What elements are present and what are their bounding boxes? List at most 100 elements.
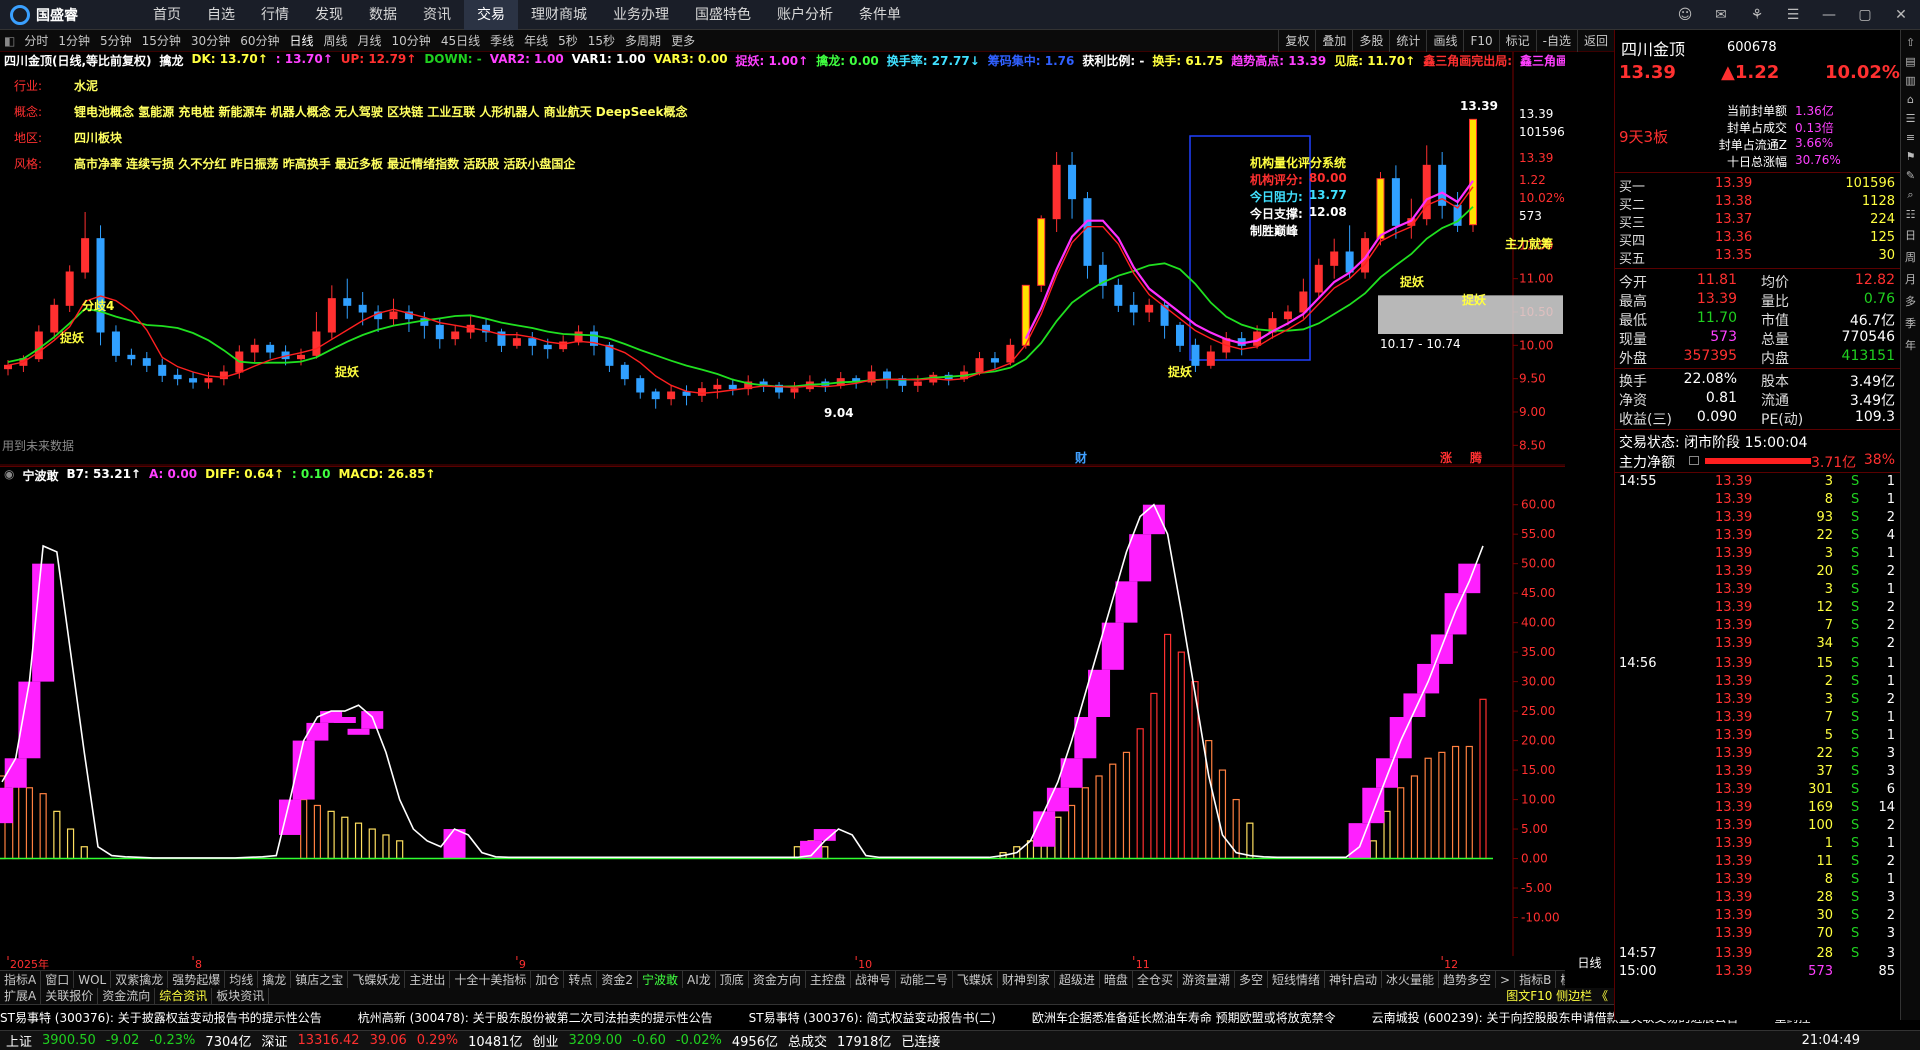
- candle-body[interactable]: [81, 238, 90, 273]
- candle-body[interactable]: [189, 378, 198, 383]
- candle-body[interactable]: [111, 331, 120, 356]
- tick-row[interactable]: 13.39 93 S 2: [1615, 510, 1901, 528]
- candle-body[interactable]: [1037, 218, 1046, 286]
- indicator-tab[interactable]: 神针启动: [1325, 971, 1383, 988]
- news-item[interactable]: ST易事特 (300376): 简式权益变动报告书(二): [749, 1011, 996, 1025]
- strip-tool-icon[interactable]: ≡: [1906, 131, 1915, 144]
- indicator-tab[interactable]: 资金方向: [749, 971, 806, 988]
- candle-body[interactable]: [1376, 178, 1385, 240]
- candle-body[interactable]: [1145, 304, 1154, 313]
- period-button[interactable]: 多周期: [620, 32, 666, 49]
- indicator-tab[interactable]: 十全十美指标: [450, 971, 532, 988]
- candle-body[interactable]: [65, 271, 74, 306]
- candle-body[interactable]: [96, 238, 105, 333]
- candle-body[interactable]: [389, 311, 398, 320]
- candle-body[interactable]: [358, 304, 367, 313]
- strip-tool-icon[interactable]: ✎: [1906, 169, 1915, 182]
- candle-body[interactable]: [1068, 164, 1077, 200]
- tick-row[interactable]: 13.39 5 S 1: [1615, 728, 1901, 746]
- tick-row[interactable]: 15:00 13.39 573 85: [1615, 964, 1901, 982]
- candle-body[interactable]: [327, 298, 336, 333]
- period-button[interactable]: 分时: [19, 32, 53, 49]
- strip-period[interactable]: 年: [1905, 337, 1916, 353]
- tool-button[interactable]: 返回: [1576, 30, 1614, 52]
- nav-item[interactable]: 发现: [302, 0, 356, 30]
- candle-body[interactable]: [512, 338, 521, 346]
- tick-row[interactable]: 13.39 22 S 3: [1615, 746, 1901, 764]
- skin-icon[interactable]: ⚘: [1746, 4, 1768, 26]
- tick-row[interactable]: 14:57 13.39 28 S 3: [1615, 946, 1901, 964]
- period-button[interactable]: 年线: [519, 32, 553, 49]
- indicator-tab[interactable]: 游资量潮: [1178, 971, 1235, 988]
- candle-body[interactable]: [173, 374, 182, 380]
- candle-body[interactable]: [204, 378, 213, 383]
- bid-row[interactable]: 买二 13.38 1128: [1615, 194, 1901, 213]
- indicator-tab[interactable]: 转点: [564, 971, 598, 988]
- info-tab[interactable]: 扩展A: [0, 988, 42, 1004]
- bid-row[interactable]: 买三 13.37 224: [1615, 212, 1901, 231]
- indicator-tab[interactable]: WOL: [74, 971, 112, 988]
- candle-body[interactable]: [297, 354, 305, 360]
- minimize-icon[interactable]: —: [1818, 4, 1840, 26]
- tool-button[interactable]: 标记: [1498, 30, 1536, 52]
- indicator-tab[interactable]: 强势起爆: [168, 971, 226, 988]
- nav-item[interactable]: 业务办理: [600, 0, 682, 30]
- candle-body[interactable]: [451, 331, 460, 340]
- bid-row[interactable]: 买一 13.39 101596: [1615, 176, 1901, 195]
- nav-item[interactable]: 数据: [356, 0, 410, 30]
- period-button[interactable]: 日线: [284, 32, 318, 49]
- tick-row[interactable]: 13.39 7 S 2: [1615, 618, 1901, 636]
- sub-indicator-toggle-icon[interactable]: ◉: [4, 467, 14, 483]
- nav-item[interactable]: 国盛特色: [682, 0, 764, 30]
- tick-row[interactable]: 13.39 12 S 2: [1615, 600, 1901, 618]
- tool-button[interactable]: 统计: [1389, 30, 1426, 52]
- news-item[interactable]: 欧洲车企据悉准备延长燃油车寿命 预期欧盟或将放宽禁令: [1032, 1011, 1336, 1025]
- tick-row[interactable]: 13.39 37 S 3: [1615, 764, 1901, 782]
- period-button[interactable]: 5秒: [553, 32, 583, 49]
- tool-button[interactable]: 多股: [1352, 30, 1389, 52]
- candle-body[interactable]: [1052, 164, 1061, 220]
- candle-body[interactable]: [636, 378, 645, 393]
- candle-body[interactable]: [343, 298, 352, 306]
- candle-body[interactable]: [4, 364, 12, 370]
- indicator-tab[interactable]: 指标A: [0, 971, 42, 988]
- candle-body[interactable]: [990, 358, 999, 363]
- nav-item[interactable]: 资讯: [410, 0, 464, 30]
- message-icon[interactable]: ✉: [1710, 4, 1732, 26]
- indicator-tab[interactable]: 资金2: [597, 971, 639, 988]
- candle-body[interactable]: [543, 344, 552, 350]
- candle-body[interactable]: [1114, 284, 1123, 306]
- period-button[interactable]: 季线: [485, 32, 519, 49]
- indicator-tab[interactable]: 趋势多空: [1439, 971, 1497, 988]
- indicator-tab[interactable]: 顶底: [716, 971, 749, 988]
- tick-row[interactable]: 13.39 100 S 2: [1615, 818, 1901, 836]
- indicator-tab[interactable]: 均线: [225, 971, 259, 988]
- period-button[interactable]: 15秒: [583, 32, 620, 49]
- info-tab[interactable]: 关联报价: [41, 988, 99, 1004]
- candle-body[interactable]: [1391, 178, 1400, 226]
- news-item[interactable]: ST易事特 (300376): 关于披露权益变动报告书的提示性公告: [0, 1011, 322, 1025]
- period-button[interactable]: 10分钟: [387, 32, 436, 49]
- info-tab[interactable]: 板块资讯: [212, 988, 270, 1004]
- nav-item[interactable]: 交易: [464, 0, 518, 30]
- indicator-tab[interactable]: 模板: [1556, 971, 1565, 988]
- candle-body[interactable]: [1283, 311, 1292, 320]
- candle-body[interactable]: [1314, 264, 1323, 293]
- indicator-tab[interactable]: 冰火量能: [1382, 971, 1440, 988]
- candle-body[interactable]: [1083, 198, 1092, 266]
- tick-row[interactable]: 13.39 30 S 2: [1615, 908, 1901, 926]
- indicator-tab[interactable]: 双紫擒龙: [111, 971, 169, 988]
- f10-sidebar-label[interactable]: 图文F10 侧边栏 《: [1506, 988, 1614, 1004]
- strip-period[interactable]: 月: [1905, 271, 1916, 287]
- strip-tool-icon[interactable]: ⌕: [1907, 188, 1913, 202]
- period-button[interactable]: 1分钟: [53, 32, 95, 49]
- strip-tool-icon[interactable]: ▤: [1905, 55, 1915, 68]
- candle-body[interactable]: [250, 344, 259, 353]
- tool-button[interactable]: 画线: [1426, 30, 1463, 52]
- candle-body[interactable]: [697, 388, 706, 396]
- tool-button[interactable]: 叠加: [1315, 30, 1352, 52]
- tick-row[interactable]: 13.39 8 S 1: [1615, 872, 1901, 890]
- candle-body[interactable]: [651, 391, 660, 400]
- close-icon[interactable]: ✕: [1890, 4, 1912, 26]
- tick-row[interactable]: 13.39 301 S 6: [1615, 782, 1901, 800]
